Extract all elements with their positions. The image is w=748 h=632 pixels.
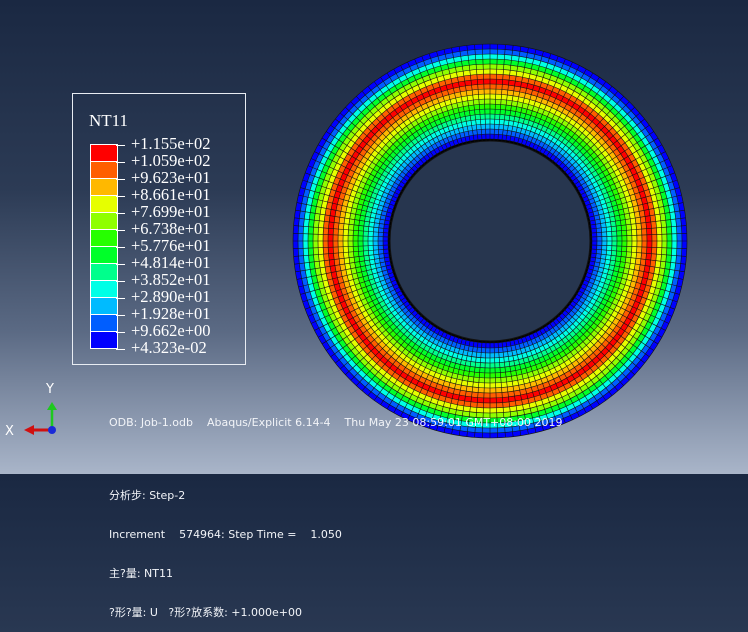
- step-info: 分析步: Step-2: [109, 489, 186, 502]
- legend-swatch: [91, 247, 117, 264]
- legend-label: +1.928e+01: [116, 305, 211, 322]
- x-axis-label: X: [5, 424, 14, 439]
- legend-label: +4.814e+01: [116, 254, 211, 271]
- legend-label: +4.323e-02: [116, 339, 207, 356]
- legend-swatch: [91, 196, 117, 213]
- legend-swatch: [91, 315, 117, 332]
- deformed-variable-info: ?形?量: U ?形?放系数: +1.000e+00: [109, 606, 302, 619]
- legend-swatch: [91, 145, 117, 162]
- legend-title: NT11: [89, 111, 129, 130]
- ring-hole: [389, 140, 591, 342]
- primary-variable-info: 主?量: NT11: [109, 567, 173, 580]
- legend-label: +3.852e+01: [116, 271, 211, 288]
- legend-label: +5.776e+01: [116, 237, 211, 254]
- legend-swatch: [91, 179, 117, 196]
- contour-legend: NT11 +1.155e+02 +1.059e+02 +9.623e+01 +8.66…: [72, 93, 246, 365]
- viewport-info-text: ODB: Job-1.odb Abaqus/Explicit 6.14-4 Th…: [109, 390, 562, 632]
- legend-swatch: [91, 162, 117, 179]
- increment-info: Increment 574964: Step Time = 1.050: [109, 528, 342, 541]
- legend-label: +9.623e+01: [116, 169, 211, 186]
- legend-label: +2.890e+01: [116, 288, 211, 305]
- y-axis-label: Y: [45, 382, 54, 397]
- legend-swatch: [91, 230, 117, 247]
- legend-swatch: [91, 213, 117, 230]
- legend-swatch: [91, 264, 117, 281]
- z-axis-dot: [48, 426, 56, 434]
- axis-triad: Y X: [5, 382, 57, 439]
- legend-color-bar: [90, 144, 118, 349]
- legend-label: +1.059e+02: [116, 152, 211, 169]
- legend-label: +9.662e+00: [116, 322, 211, 339]
- legend-label: +7.699e+01: [116, 203, 211, 220]
- legend-label: +8.661e+01: [116, 186, 211, 203]
- legend-swatch: [91, 332, 117, 348]
- legend-swatch: [91, 281, 117, 298]
- legend-label: +6.738e+01: [116, 220, 211, 237]
- odb-info: ODB: Job-1.odb Abaqus/Explicit 6.14-4 Th…: [109, 416, 563, 429]
- legend-label: +1.155e+02: [116, 135, 211, 152]
- legend-swatch: [91, 298, 117, 315]
